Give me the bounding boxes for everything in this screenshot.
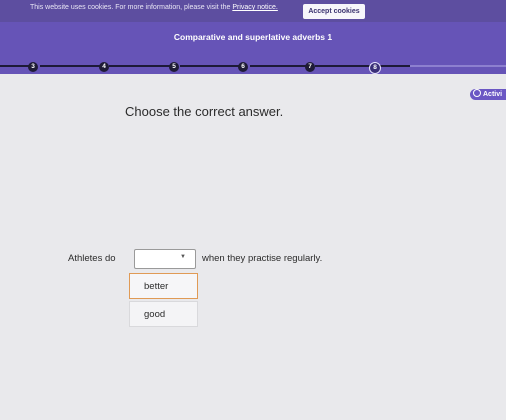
option-better[interactable]: better — [129, 273, 198, 299]
track-segment-future — [410, 65, 506, 67]
activity-label: Activi — [483, 91, 503, 98]
accept-cookies-button[interactable]: Accept cookies — [303, 4, 365, 19]
step-4[interactable]: 4 — [99, 62, 109, 72]
step-6[interactable]: 6 — [238, 62, 248, 72]
sentence-after: when they practise regularly. — [202, 253, 323, 264]
step-7[interactable]: 7 — [305, 62, 315, 72]
dropdown-options: better good — [129, 273, 198, 329]
track-segment — [250, 65, 307, 67]
progress-track: 3 4 5 6 7 8 — [0, 62, 506, 74]
cookie-text: This website uses cookies. For more info… — [30, 4, 231, 11]
lesson-header: Comparative and superlative adverbs 1 3 … — [0, 22, 506, 74]
cookie-message: This website uses cookies. For more info… — [30, 4, 278, 11]
step-3[interactable]: 3 — [28, 62, 38, 72]
question-instruction: Choose the correct answer. — [125, 104, 284, 119]
track-segment — [380, 65, 410, 67]
step-8-current[interactable]: 8 — [369, 62, 381, 74]
step-5[interactable]: 5 — [169, 62, 179, 72]
option-good[interactable]: good — [129, 301, 198, 327]
track-segment — [109, 65, 171, 67]
cookie-banner: This website uses cookies. For more info… — [0, 0, 506, 22]
track-segment — [315, 65, 371, 67]
clock-icon — [473, 89, 481, 97]
track-segment — [180, 65, 241, 67]
lesson-title: Comparative and superlative adverbs 1 — [173, 32, 333, 42]
privacy-notice-link[interactable]: Privacy notice. — [232, 4, 278, 11]
question-sentence: Athletes do when they practise regularly… — [68, 253, 322, 264]
answer-dropdown[interactable]: ▼ — [134, 249, 196, 269]
activity-button[interactable]: Activi — [470, 89, 506, 100]
track-segment — [40, 65, 100, 67]
caret-down-icon: ▼ — [180, 254, 186, 260]
sentence-before: Athletes do — [68, 253, 116, 264]
